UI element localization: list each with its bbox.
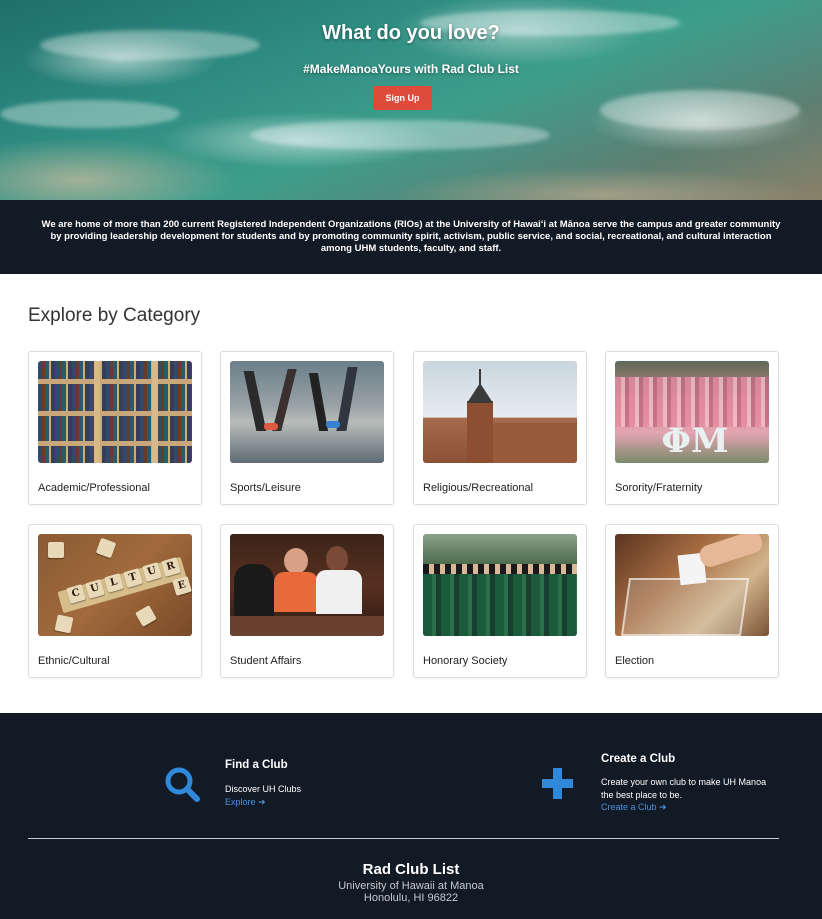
category-label: Ethnic/Cultural (38, 655, 110, 667)
footer: Find a Club Discover UH Clubs Explore ➜ … (0, 713, 822, 919)
category-label: Sports/Leisure (230, 482, 301, 494)
church-spire (467, 383, 493, 403)
category-card-religious[interactable]: Religious/Recreational (413, 351, 587, 505)
hero-subtitle: #MakeManoaYours with Rad Club List (303, 62, 519, 76)
footer-address-line1: University of Hawaii at Manoa (338, 880, 484, 892)
category-card-honorary[interactable]: Honorary Society (413, 524, 587, 678)
wave-foam (600, 90, 800, 130)
intro-text: We are home of more than 200 current Reg… (41, 219, 781, 254)
intro-band: We are home of more than 200 current Reg… (0, 200, 822, 274)
category-label: Sorority/Fraternity (615, 482, 703, 494)
academic-image (38, 361, 192, 463)
scattered-tile (54, 614, 74, 634)
create-club-link-label: Create a Club (601, 802, 657, 812)
religious-image (423, 361, 577, 463)
category-label: Student Affairs (230, 655, 302, 667)
runner-leg (336, 367, 358, 431)
sneaker (264, 423, 278, 430)
wave-foam (0, 100, 180, 128)
find-club-desc: Discover UH Clubs (225, 784, 302, 794)
category-label: Religious/Recreational (423, 482, 534, 494)
shelf (38, 411, 192, 416)
arrow-right-icon: ➜ (659, 802, 667, 812)
explore-link-label: Explore (225, 797, 256, 807)
find-club-title: Find a Club (225, 759, 288, 771)
person-shirt (316, 570, 362, 614)
sneaker (326, 421, 340, 428)
create-club-link[interactable]: Create a Club ➜ (601, 802, 667, 813)
ballot-box (620, 578, 750, 636)
shelf (38, 379, 192, 384)
church-hall (493, 423, 577, 463)
category-card-student-affairs[interactable]: Student Affairs (220, 524, 394, 678)
arrow-right-icon: ➜ (258, 797, 266, 807)
signup-button[interactable]: Sign Up (373, 86, 432, 110)
scattered-tile (48, 542, 64, 558)
category-label: Election (615, 655, 655, 667)
graduates (423, 570, 577, 636)
shelf-post (152, 361, 158, 463)
graduate-caps (423, 564, 577, 574)
plus-icon[interactable] (542, 768, 573, 799)
hand (697, 534, 765, 570)
category-card-ethnic[interactable]: C U L T U R E Ethnic/Cultural (28, 524, 202, 678)
create-club-title: Create a Club (601, 753, 676, 765)
sports-image (230, 361, 384, 463)
election-image (615, 534, 769, 636)
honorary-image (423, 534, 577, 636)
hero-title: What do you love? (322, 22, 500, 44)
category-card-sorority[interactable]: ΦM Sorority/Fraternity (605, 351, 779, 505)
wave-foam (250, 120, 550, 150)
church-tower (467, 401, 493, 463)
create-club-desc: Create your own club to make UH Manoa th… (601, 777, 767, 800)
footer-address-line2: Honolulu, HI 96822 (363, 892, 459, 904)
category-card-academic[interactable]: Academic/Professional (28, 351, 202, 505)
person-shirt (274, 572, 318, 612)
person-head (326, 546, 348, 572)
category-label: Academic/Professional (38, 482, 150, 494)
letter-tile: E (172, 576, 192, 596)
runner-leg (243, 371, 267, 431)
greek-letters: ΦM (661, 421, 729, 461)
section-title: Explore by Category (28, 305, 201, 326)
footer-brand: Rad Club List (362, 861, 460, 878)
category-card-election[interactable]: Election (605, 524, 779, 678)
person-head (284, 548, 308, 574)
ethnic-image: C U L T U R E (38, 534, 192, 636)
student-affairs-image (230, 534, 384, 636)
shelf (38, 441, 192, 446)
category-label: Honorary Society (423, 655, 508, 667)
category-card-sports[interactable]: Sports/Leisure (220, 351, 394, 505)
scattered-tile (95, 537, 117, 559)
church-cross (479, 369, 481, 385)
footer-divider (28, 838, 779, 839)
hero-banner: What do you love? #MakeManoaYours with R… (0, 0, 822, 200)
crowd (615, 377, 769, 427)
scattered-tile (135, 605, 157, 627)
search-icon[interactable] (164, 766, 200, 802)
explore-link[interactable]: Explore ➜ (225, 797, 266, 808)
table (230, 616, 384, 636)
sorority-image: ΦM (615, 361, 769, 463)
shelf-post (94, 361, 100, 463)
runner-leg (272, 369, 297, 431)
